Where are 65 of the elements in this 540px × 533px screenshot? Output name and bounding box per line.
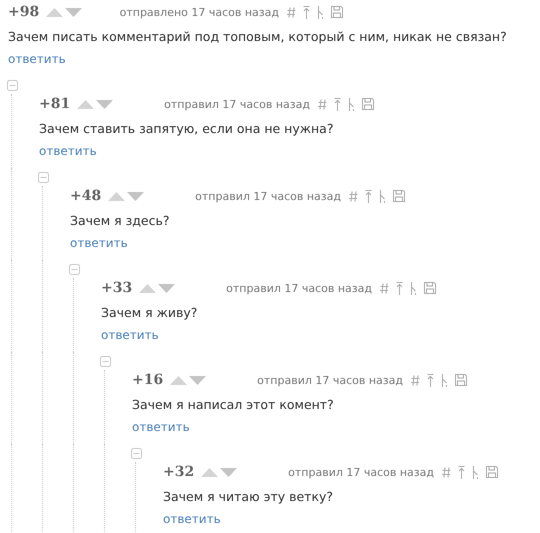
comment-text: Зачем я читаю эту ветку? — [163, 488, 334, 506]
reply-link[interactable]: ответить — [8, 52, 66, 66]
floppy-icon[interactable] — [393, 190, 405, 202]
comment-text: Зачем писать комментарий под топовым, который с ним, никак не связан? — [8, 28, 507, 46]
collapse-icon[interactable] — [69, 264, 80, 275]
comment-time: отправил 17 часов назад — [226, 282, 372, 294]
collapse-icon[interactable] — [131, 448, 142, 459]
comment-text: Зачем я живу? — [101, 304, 198, 322]
comment-time: отправил 17 часов назад — [195, 190, 341, 202]
comment-score: +48 — [70, 188, 102, 204]
upvote-icon[interactable] — [139, 284, 156, 292]
floppy-icon[interactable] — [424, 282, 436, 294]
branch-icon[interactable] — [379, 190, 386, 202]
floppy-icon[interactable] — [486, 466, 498, 478]
comment-score: +98 — [8, 4, 40, 20]
floppy-icon[interactable] — [362, 98, 374, 110]
branch-icon[interactable] — [348, 98, 355, 110]
collapse-icon[interactable] — [7, 80, 18, 91]
collapse-icon[interactable] — [100, 356, 111, 367]
upvote-icon[interactable] — [201, 468, 218, 476]
collapse-icon[interactable] — [38, 172, 49, 183]
comment-time: отправил 17 часов назад — [288, 466, 434, 478]
floppy-icon[interactable] — [455, 374, 467, 386]
comment-score: +16 — [132, 372, 164, 388]
branch-icon[interactable] — [410, 282, 417, 294]
reply-link[interactable]: ответить — [132, 420, 190, 434]
reply-link[interactable]: ответить — [70, 236, 128, 250]
comment-time: отправил 17 часов назад — [164, 98, 310, 110]
floppy-icon[interactable] — [331, 6, 343, 18]
reply-link[interactable]: ответить — [39, 144, 97, 158]
comment-score: +81 — [39, 96, 70, 112]
upvote-icon[interactable] — [46, 8, 64, 16]
hash-icon[interactable] — [411, 374, 420, 386]
upvote-icon[interactable] — [108, 192, 126, 200]
comment-time: отправлено 17 часов назад — [120, 6, 279, 18]
hash-icon[interactable] — [442, 466, 451, 478]
downvote-icon[interactable] — [158, 284, 176, 292]
hash-icon[interactable] — [380, 282, 389, 294]
comment-time: отправил 17 часов назад — [257, 374, 403, 386]
upvote-icon[interactable] — [77, 100, 94, 108]
downvote-icon[interactable] — [96, 100, 114, 108]
arrow-up-icon[interactable] — [427, 374, 434, 386]
arrow-up-icon[interactable] — [303, 6, 310, 18]
arrow-up-icon[interactable] — [396, 282, 403, 294]
comment-score: +32 — [163, 464, 194, 480]
upvote-icon[interactable] — [170, 376, 188, 384]
downvote-icon[interactable] — [220, 468, 238, 476]
hash-icon[interactable] — [318, 98, 327, 110]
hash-icon[interactable] — [349, 190, 358, 202]
comment-text: Зачем я здесь? — [70, 212, 170, 230]
downvote-icon[interactable] — [65, 8, 82, 16]
branch-icon[interactable] — [472, 466, 479, 478]
downvote-icon[interactable] — [127, 192, 144, 200]
downvote-icon[interactable] — [189, 376, 206, 384]
arrow-up-icon[interactable] — [458, 466, 465, 478]
comment-text: Зачем ставить запятую, если она не нужна? — [39, 120, 334, 138]
comment-score: +33 — [101, 280, 132, 296]
hash-icon[interactable] — [287, 6, 296, 18]
reply-link[interactable]: ответить — [163, 512, 221, 526]
reply-link[interactable]: ответить — [101, 328, 159, 342]
branch-icon[interactable] — [441, 374, 448, 386]
arrow-up-icon[interactable] — [334, 98, 341, 110]
branch-icon[interactable] — [317, 6, 324, 18]
comment-text: Зачем я написал этот комент? — [132, 396, 335, 414]
arrow-up-icon[interactable] — [365, 190, 372, 202]
